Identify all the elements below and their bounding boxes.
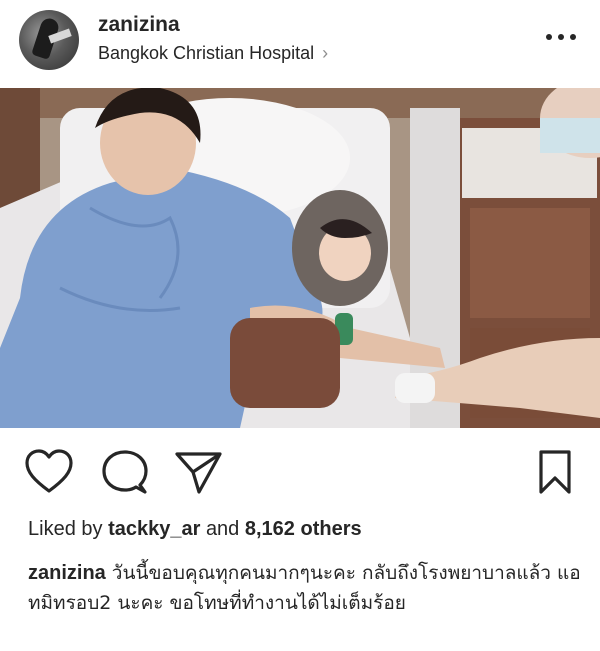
send-icon[interactable]	[174, 448, 224, 498]
comment-icon[interactable]	[100, 448, 150, 498]
avatar[interactable]	[19, 10, 79, 70]
post-caption: zanizina วันนี้ขอบคุณทุกคนมากๆนะคะ กลับถึ…	[28, 558, 588, 618]
more-options-icon[interactable]	[546, 34, 576, 42]
caption-username[interactable]: zanizina	[28, 562, 106, 584]
post-photo[interactable]	[0, 88, 600, 428]
heart-icon[interactable]	[24, 448, 74, 498]
likes-prefix: Liked by	[28, 518, 103, 540]
location-label[interactable]: Bangkok Christian Hospital	[98, 43, 314, 64]
likes-user[interactable]: tackky_ar	[108, 518, 200, 540]
post-header: zanizina Bangkok Christian Hospital ›	[0, 0, 600, 88]
likes-summary[interactable]: Liked by tackky_ar and 8,162 others	[28, 518, 362, 541]
more-dot	[570, 34, 576, 40]
likes-others[interactable]: 8,162 others	[245, 518, 362, 540]
likes-connector: and	[205, 518, 240, 540]
more-dot	[558, 34, 564, 40]
post-username[interactable]: zanizina	[98, 13, 180, 37]
post-location[interactable]: Bangkok Christian Hospital ›	[98, 43, 328, 64]
caption-text: วันนี้ขอบคุณทุกคนมากๆนะคะ กลับถึงโรงพยาบ…	[28, 562, 581, 614]
hospital-photo	[0, 88, 600, 428]
bookmark-icon[interactable]	[530, 448, 580, 498]
chevron-right-icon: ›	[322, 43, 329, 63]
action-bar	[0, 448, 600, 498]
more-dot	[546, 34, 552, 40]
